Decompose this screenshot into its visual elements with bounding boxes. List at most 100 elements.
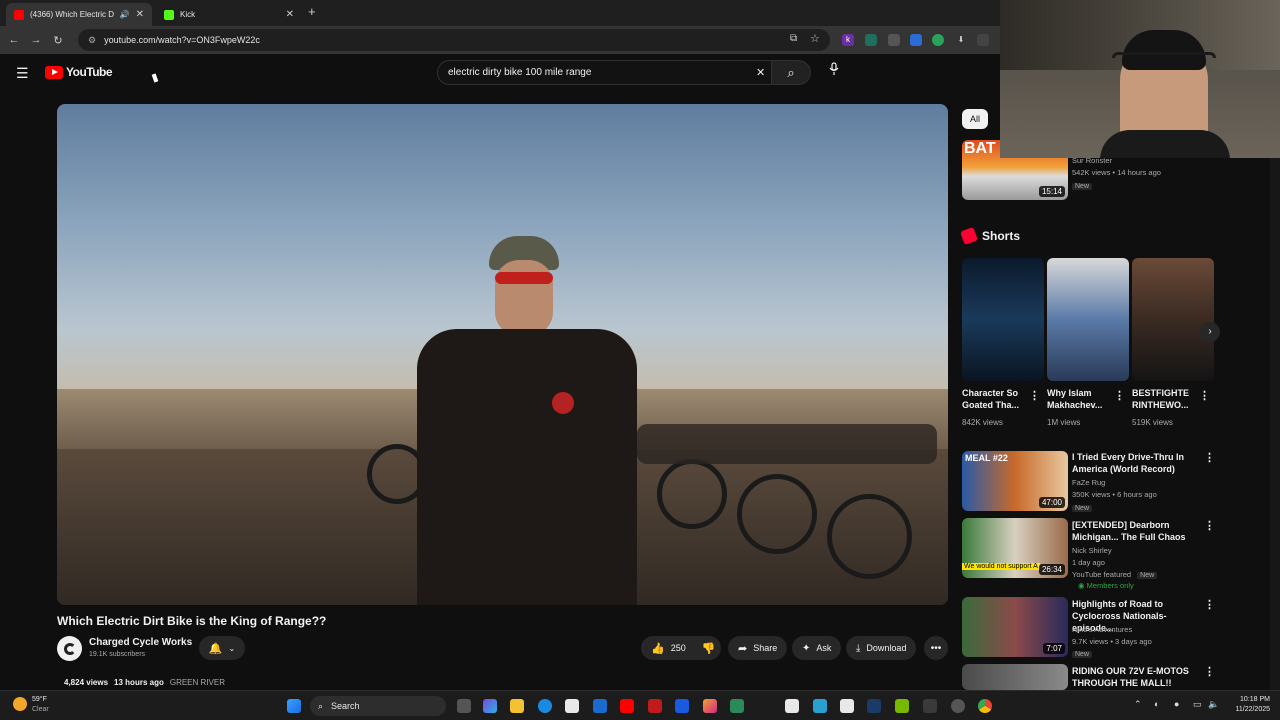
site-info-icon[interactable]: ⚙ <box>88 35 96 46</box>
tab-youtube[interactable]: (4366) Which Electric Dirt B… 🔊 ✕ <box>6 3 152 26</box>
extensions-puzzle-icon[interactable] <box>977 34 989 46</box>
address-bar[interactable]: ⚙ youtube.com/watch?v=ON3FwpeW22c ⧉ ☆ <box>78 29 830 51</box>
more-vert-icon[interactable]: ⋮ <box>1199 389 1210 402</box>
video-title[interactable]: [EXTENDED] Dearborn Michigan... The Full… <box>1072 519 1202 543</box>
volume-icon[interactable]: 🔈 <box>1208 699 1219 710</box>
video-meta-line[interactable]: 4,824 views 13 hours ago GREEN RIVER <box>64 678 225 687</box>
taskbar-search[interactable]: ⌕ Search <box>310 696 446 716</box>
tray-overflow-icon[interactable]: ⌃ <box>1134 699 1142 710</box>
video-thumbnail[interactable]: 7:07 <box>962 597 1068 657</box>
close-tab-icon[interactable]: ✕ <box>136 9 144 20</box>
channel-name[interactable]: Nick Shirley <box>1072 545 1112 556</box>
youtube-logo[interactable]: YouTube <box>45 65 113 79</box>
youtube-favicon-icon <box>14 9 24 20</box>
task-view-icon[interactable] <box>457 699 471 713</box>
short-thumbnail[interactable] <box>962 258 1044 381</box>
obs-icon[interactable] <box>951 699 965 713</box>
short-title[interactable]: BESTFIGHTE RINTHEWO... <box>1132 387 1196 411</box>
bookmark-star-icon[interactable]: ☆ <box>810 32 820 45</box>
more-vert-icon[interactable]: ⋮ <box>1204 519 1215 532</box>
clear-search-icon[interactable]: ✕ <box>756 66 765 79</box>
shorts-next-arrow-icon[interactable]: › <box>1200 322 1220 342</box>
weather-temp[interactable]: 59°F <box>32 696 47 703</box>
app-icon[interactable] <box>730 699 744 713</box>
file-explorer-icon[interactable] <box>510 699 524 713</box>
close-tab-icon[interactable]: ✕ <box>286 9 294 20</box>
extension-grammarly-icon[interactable] <box>932 34 944 46</box>
forward-icon[interactable]: → <box>25 34 47 46</box>
extension-grid-icon[interactable] <box>888 34 900 46</box>
edge-icon[interactable] <box>538 699 552 713</box>
mic-icon[interactable]: ● <box>1174 699 1179 709</box>
video-title[interactable]: I Tried Every Drive-Thru In America (Wor… <box>1072 451 1202 475</box>
nvidia-icon[interactable] <box>895 699 909 713</box>
video-thumbnail[interactable]: We would not support A 26:34 <box>962 518 1068 578</box>
page-scrollbar[interactable] <box>1270 158 1280 690</box>
download-button[interactable]: ⤓ Download <box>846 636 917 660</box>
youtube-app-icon[interactable] <box>620 699 634 713</box>
more-vert-icon[interactable]: ⋮ <box>1029 389 1040 402</box>
copilot-icon[interactable] <box>483 699 497 713</box>
install-app-icon[interactable]: ⧉ <box>790 33 797 44</box>
extension-counter-icon[interactable] <box>865 34 877 46</box>
app-icon[interactable] <box>840 699 854 713</box>
short-title[interactable]: Why Islam Makhachev... <box>1047 387 1111 411</box>
netflix-icon[interactable] <box>648 699 662 713</box>
chrome-icon[interactable] <box>978 699 992 713</box>
amazon-icon[interactable] <box>785 699 799 713</box>
tab-kick[interactable]: Kick ✕ <box>156 3 302 26</box>
short-title[interactable]: Character So Goated Tha... <box>962 387 1026 411</box>
thumb-text: BAT <box>964 140 996 157</box>
video-meta: 350K views • 6 hours ago <box>1072 490 1157 499</box>
subscriber-count: 19.1K subscribers <box>89 651 146 658</box>
more-vert-icon[interactable]: ⋮ <box>1204 598 1215 611</box>
network-icon[interactable]: ◐ <box>1154 699 1159 709</box>
search-input[interactable]: electric dirty bike 100 mile range ✕ <box>437 60 772 85</box>
filter-chip-all[interactable]: All <box>962 109 988 129</box>
clock-date[interactable]: 11/22/2025 <box>1224 706 1270 713</box>
instagram-icon[interactable] <box>703 699 717 713</box>
video-thumbnail[interactable] <box>962 664 1068 690</box>
audio-icon[interactable]: 🔊 <box>120 10 130 19</box>
facebook-icon[interactable] <box>675 699 689 713</box>
more-vert-icon[interactable]: ⋮ <box>1204 665 1215 678</box>
download-icon[interactable]: ⬇ <box>955 34 967 46</box>
more-actions-button[interactable]: ••• <box>924 636 948 660</box>
channel-name[interactable]: FaZe Rug <box>1072 477 1105 488</box>
dislike-icon[interactable]: 👎 <box>702 642 716 655</box>
subscribed-bell-button[interactable]: 🔔 ⌄ <box>199 636 245 660</box>
search-query: electric dirty bike 100 mile range <box>448 67 592 78</box>
location-tag[interactable]: GREEN RIVER <box>170 678 225 687</box>
short-thumbnail[interactable] <box>1047 258 1129 381</box>
app-icon[interactable] <box>813 699 827 713</box>
channel-name[interactable]: Nino's Adventures <box>1072 624 1132 635</box>
like-count[interactable]: 250 <box>671 643 686 653</box>
search-button[interactable]: ⌕ <box>771 60 811 85</box>
reload-icon[interactable]: ↻ <box>47 34 69 47</box>
new-tab-button[interactable]: + <box>308 4 316 19</box>
store-icon[interactable] <box>565 699 579 713</box>
weather-icon[interactable] <box>13 697 27 711</box>
app-icon[interactable] <box>923 699 937 713</box>
mail-icon[interactable] <box>593 699 607 713</box>
ask-button[interactable]: ✦ Ask <box>792 636 842 660</box>
more-vert-icon[interactable]: ⋮ <box>1114 389 1125 402</box>
short-thumbnail[interactable] <box>1132 258 1214 381</box>
windows-start-icon[interactable] <box>287 699 301 713</box>
steam-icon[interactable] <box>867 699 881 713</box>
display-icon[interactable]: ▭ <box>1193 699 1202 710</box>
video-thumbnail[interactable]: MEAL #22 47:00 <box>962 451 1068 511</box>
video-player[interactable] <box>57 104 948 605</box>
extension-k-icon[interactable]: k <box>842 34 854 46</box>
back-icon[interactable]: ← <box>3 34 25 46</box>
channel-name[interactable]: Charged Cycle Works <box>89 637 192 648</box>
channel-avatar[interactable] <box>57 636 82 661</box>
clock-time[interactable]: 10:18 PM <box>1232 696 1270 703</box>
share-button[interactable]: ➦ Share <box>728 636 788 660</box>
menu-hamburger-icon[interactable]: ☰ <box>16 65 29 82</box>
more-vert-icon[interactable]: ⋮ <box>1204 451 1215 464</box>
voice-search-mic-icon[interactable] <box>823 60 845 85</box>
search-icon: ⌕ <box>318 700 324 711</box>
extension-blue-icon[interactable] <box>910 34 922 46</box>
like-icon[interactable]: 👍 <box>651 642 665 655</box>
